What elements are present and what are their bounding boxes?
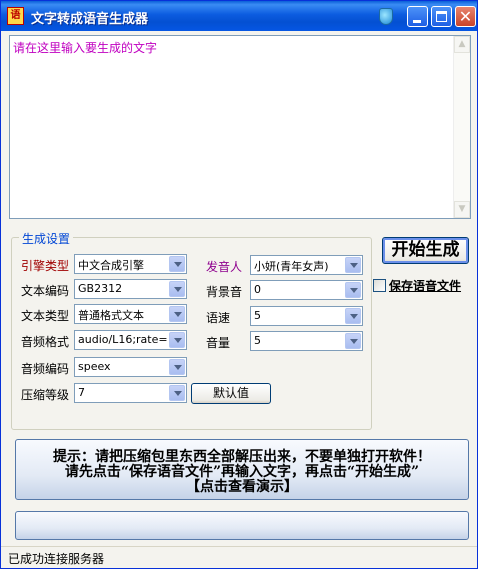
chevron-down-icon[interactable] <box>345 282 361 298</box>
text-encoding-select[interactable]: GB2312 <box>74 279 187 299</box>
text-encoding-label: 文本编码 <box>21 284 70 298</box>
speed-label: 语速 <box>206 311 231 325</box>
hint-line-2: 请先点击“保存语音文件”再输入文字，再点击“开始生成” <box>64 464 420 480</box>
progress-bar <box>15 511 469 540</box>
audio-codec-label: 音频编码 <box>21 362 70 376</box>
text-encoding-value: GB2312 <box>78 282 123 295</box>
save-audio-checkbox[interactable] <box>373 279 386 292</box>
volume-value: 5 <box>254 334 261 347</box>
compression-level-value: 7 <box>78 386 85 399</box>
scroll-down-icon[interactable]: ▼ <box>454 201 470 218</box>
speaker-label: 发音人 <box>206 260 243 274</box>
main-window: 语 文字转成语音生成器 ✕ 请在这里输入要生成的文字 ▲ ▼ 生成设置 引擎类型… <box>0 0 478 569</box>
compression-level-select[interactable]: 7 <box>74 383 187 403</box>
scroll-up-icon[interactable]: ▲ <box>454 36 470 53</box>
text-input-placeholder: 请在这里输入要生成的文字 <box>13 41 158 55</box>
speed-value: 5 <box>254 309 261 322</box>
hint-demo-button[interactable]: 提示：请把压缩包里东西全部解压出来，不要单独打开软件！ 请先点击“保存语音文件”… <box>15 439 469 500</box>
speed-select[interactable]: 5 <box>250 306 363 326</box>
maximize-icon <box>436 11 447 22</box>
chevron-down-icon[interactable] <box>169 281 185 297</box>
volume-label: 音量 <box>206 336 231 350</box>
audio-codec-select[interactable]: speex <box>74 357 187 377</box>
chevron-down-icon[interactable] <box>169 256 185 272</box>
background-sound-label: 背景音 <box>206 285 243 299</box>
volume-select[interactable]: 5 <box>250 331 363 351</box>
help-button[interactable] <box>376 6 397 27</box>
background-sound-select[interactable]: 0 <box>250 280 363 300</box>
chevron-down-icon[interactable] <box>169 385 185 401</box>
hint-line-3: 【点击查看演示】 <box>186 479 298 495</box>
engine-type-select[interactable]: 中文合成引擎 <box>74 254 187 274</box>
text-type-select[interactable]: 普通格式文本 <box>74 304 187 324</box>
settings-group-title: 生成设置 <box>19 230 74 247</box>
default-values-button[interactable]: 默认值 <box>191 383 271 404</box>
maximize-button[interactable] <box>431 6 452 27</box>
status-text: 已成功连接服务器 <box>8 552 105 566</box>
engine-type-label: 引擎类型 <box>21 259 70 273</box>
speaker-select[interactable]: 小妍(青年女声) <box>250 255 363 275</box>
background-sound-value: 0 <box>254 283 261 296</box>
close-icon: ✕ <box>458 7 473 26</box>
engine-type-value: 中文合成引擎 <box>78 259 144 272</box>
speaker-value: 小妍(青年女声) <box>254 260 329 273</box>
help-icon <box>379 8 393 25</box>
minimize-button[interactable] <box>407 6 428 27</box>
audio-format-value: audio/L16;rate= <box>78 333 168 346</box>
chevron-down-icon[interactable] <box>169 332 185 348</box>
chevron-down-icon[interactable] <box>345 308 361 324</box>
text-input-area[interactable]: 请在这里输入要生成的文字 ▲ ▼ <box>9 35 471 219</box>
minimize-icon <box>413 20 421 23</box>
chevron-down-icon[interactable] <box>345 257 361 273</box>
title-bar[interactable]: 语 文字转成语音生成器 ✕ <box>1 1 477 31</box>
audio-codec-value: speex <box>78 360 111 373</box>
text-type-label: 文本类型 <box>21 309 70 323</box>
app-logo-icon: 语 <box>7 7 24 25</box>
close-button[interactable]: ✕ <box>455 6 476 27</box>
status-bar: 已成功连接服务器 <box>1 546 477 568</box>
chevron-down-icon[interactable] <box>169 359 185 375</box>
chevron-down-icon[interactable] <box>169 306 185 322</box>
compression-level-label: 压缩等级 <box>21 388 70 402</box>
audio-format-select[interactable]: audio/L16;rate= <box>74 330 187 350</box>
audio-format-label: 音频格式 <box>21 335 70 349</box>
vertical-scrollbar[interactable]: ▲ ▼ <box>453 36 470 218</box>
hint-line-1: 提示：请把压缩包里东西全部解压出来，不要单独打开软件！ <box>53 449 431 465</box>
start-generate-button[interactable]: 开始生成 <box>382 237 469 264</box>
window-title: 文字转成语音生成器 <box>31 12 149 27</box>
chevron-down-icon[interactable] <box>345 333 361 349</box>
text-type-value: 普通格式文本 <box>78 309 144 322</box>
save-audio-label[interactable]: 保存语音文件 <box>389 277 461 294</box>
